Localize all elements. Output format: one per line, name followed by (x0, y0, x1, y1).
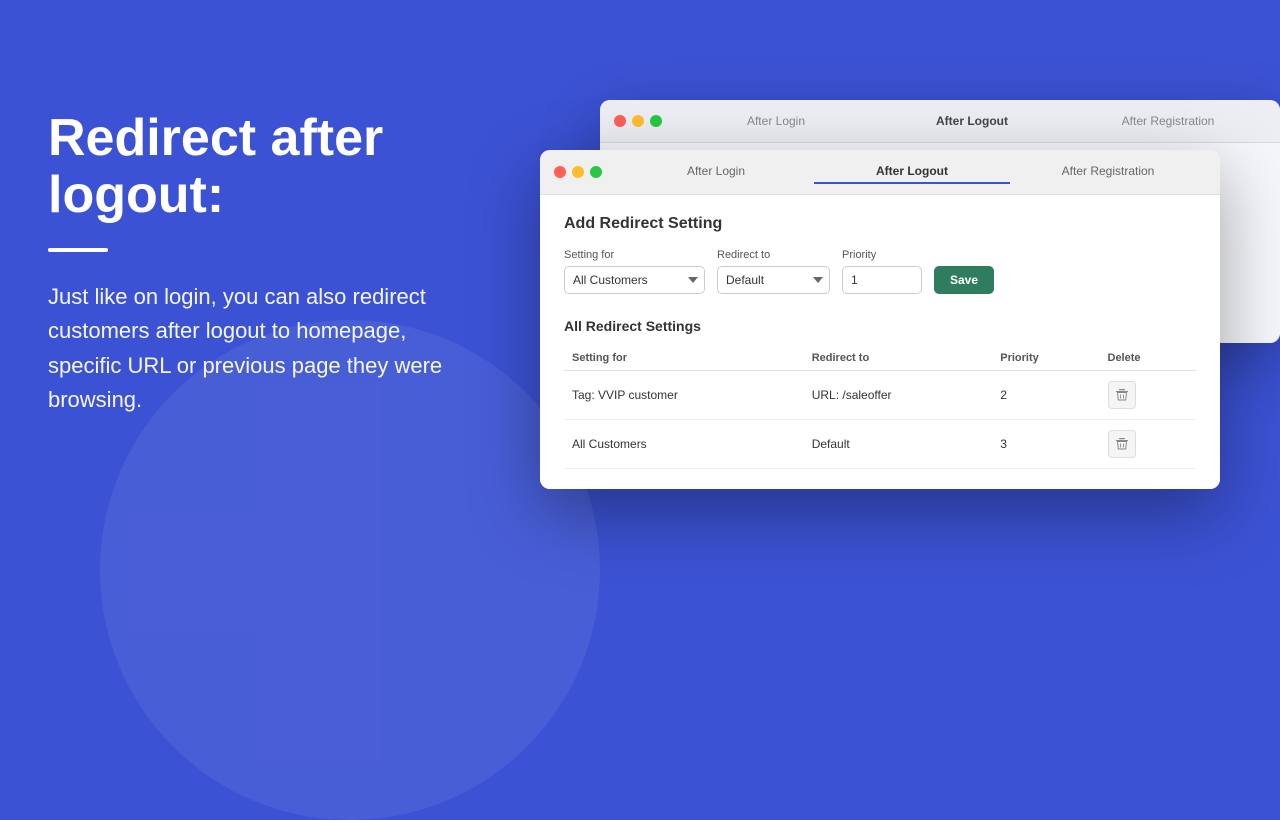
back-tl-yellow (632, 115, 644, 127)
row1-setting-for: Tag: VVIP customer (564, 371, 804, 420)
add-redirect-form: Setting for All Customers Tag: VVIP cust… (564, 249, 1196, 294)
windows-container: After Login After Logout After Registrat… (540, 100, 1260, 580)
table-row: Tag: VVIP customer URL: /saleoffer 2 (564, 371, 1196, 420)
row2-delete-cell (1100, 420, 1197, 469)
add-redirect-section: Add Redirect Setting Setting for All Cus… (564, 215, 1196, 294)
add-redirect-title: Add Redirect Setting (564, 215, 1196, 233)
front-title-bar: After Login After Logout After Registrat… (540, 150, 1220, 195)
setting-for-label: Setting for (564, 249, 705, 261)
row2-delete-button[interactable] (1108, 430, 1136, 458)
priority-input[interactable] (842, 266, 922, 294)
divider (48, 248, 108, 252)
trash-icon (1115, 388, 1129, 402)
back-tab-after-registration[interactable]: After Registration (1070, 110, 1266, 132)
front-traffic-lights (554, 166, 602, 178)
setting-for-group: Setting for All Customers Tag: VVIP cust… (564, 249, 705, 294)
back-tab-bar: After Login After Logout After Registrat… (678, 110, 1266, 132)
redirect-to-label: Redirect to (717, 249, 830, 261)
row2-redirect-to: Default (804, 420, 993, 469)
trash-icon (1115, 437, 1129, 451)
row2-setting-for: All Customers (564, 420, 804, 469)
col-delete: Delete (1100, 346, 1197, 371)
back-tab-after-login[interactable]: After Login (678, 110, 874, 132)
setting-for-select[interactable]: All Customers Tag: VVIP customer (564, 266, 705, 294)
table-header-row: Setting for Redirect to Priority Delete (564, 346, 1196, 371)
col-setting-for: Setting for (564, 346, 804, 371)
row1-redirect-to: URL: /saleoffer (804, 371, 993, 420)
tab-after-login[interactable]: After Login (618, 160, 814, 184)
front-tl-red (554, 166, 566, 178)
tab-after-registration[interactable]: After Registration (1010, 160, 1206, 184)
description: Just like on login, you can also redirec… (48, 280, 478, 416)
front-tl-green (590, 166, 602, 178)
all-settings-title: All Redirect Settings (564, 318, 1196, 334)
back-title-bar: After Login After Logout After Registrat… (600, 100, 1280, 143)
priority-label: Priority (842, 249, 922, 261)
browser-window-front: After Login After Logout After Registrat… (540, 150, 1220, 489)
front-tab-bar: After Login After Logout After Registrat… (618, 160, 1206, 184)
redirect-to-select[interactable]: Default Homepage Previous Page Specific … (717, 266, 830, 294)
back-traffic-lights (614, 115, 662, 127)
save-button[interactable]: Save (934, 266, 994, 294)
tab-after-logout[interactable]: After Logout (814, 160, 1010, 184)
all-settings-section: All Redirect Settings Setting for Redire… (564, 318, 1196, 469)
back-tl-red (614, 115, 626, 127)
front-tl-yellow (572, 166, 584, 178)
col-redirect-to: Redirect to (804, 346, 993, 371)
redirect-settings-table: Setting for Redirect to Priority Delete … (564, 346, 1196, 469)
row1-delete-button[interactable] (1108, 381, 1136, 409)
front-content-area: Add Redirect Setting Setting for All Cus… (540, 195, 1220, 489)
back-tab-after-logout[interactable]: After Logout (874, 110, 1070, 132)
table-row: All Customers Default 3 (564, 420, 1196, 469)
redirect-to-group: Redirect to Default Homepage Previous Pa… (717, 249, 830, 294)
row1-priority: 2 (992, 371, 1099, 420)
left-panel: Redirect after logout: Just like on logi… (48, 110, 478, 417)
col-priority: Priority (992, 346, 1099, 371)
row2-priority: 3 (992, 420, 1099, 469)
priority-group: Priority (842, 249, 922, 294)
back-tl-green (650, 115, 662, 127)
headline: Redirect after logout: (48, 110, 478, 224)
row1-delete-cell (1100, 371, 1197, 420)
